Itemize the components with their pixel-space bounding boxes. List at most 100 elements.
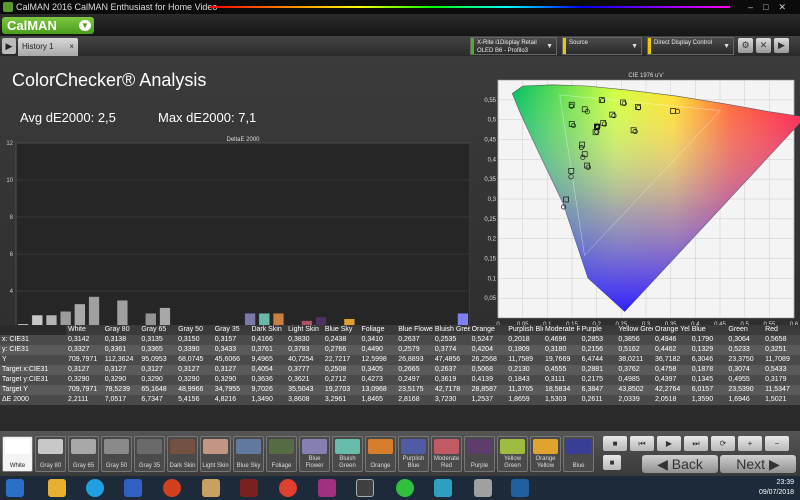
clock-time: 23:39: [776, 479, 794, 486]
swatch-button[interactable]: Dark Skin: [167, 436, 198, 472]
table-cell: 26,2568: [469, 355, 507, 365]
whatsapp-icon[interactable]: [396, 479, 414, 497]
settings-gear-icon[interactable]: ⚙: [738, 38, 753, 53]
system-clock[interactable]: 23:39 09/07/2018: [759, 478, 794, 498]
swatch-chip: [170, 439, 195, 454]
swatch-chip: [467, 439, 492, 454]
source-dropdown[interactable]: Source ▼: [562, 37, 642, 55]
y-tick-label: 0,2: [488, 237, 497, 243]
swatch-button[interactable]: Purplish Blue: [398, 436, 429, 472]
swatch-button[interactable]: Light Skin: [200, 436, 231, 472]
calman-logo-button[interactable]: CalMAN ▼: [2, 17, 94, 34]
remove-icon[interactable]: −: [765, 436, 789, 451]
y-tick-label: 10: [6, 178, 13, 184]
tab-scroll-left-icon[interactable]: ▶: [2, 38, 16, 54]
back-label: Back: [671, 456, 703, 472]
start-windows-icon[interactable]: [6, 479, 24, 497]
swatch-button[interactable]: Purple: [464, 436, 495, 472]
table-cell: 3,8608: [286, 395, 323, 405]
table-row: Y 709,7971 112,3624 95,0953 68,0745 45,6066 9,…: [0, 355, 800, 365]
file-explorer-icon[interactable]: [48, 479, 66, 497]
tab-history[interactable]: History 1 ×: [18, 38, 78, 56]
display-dropdown[interactable]: Direct Display Control ▼: [647, 37, 734, 55]
table-cell: 6,3046: [689, 355, 727, 365]
table-cell: 0,4490: [359, 345, 397, 355]
table-cell: 0,3150: [176, 335, 213, 345]
swatch-button[interactable]: Orange: [365, 436, 396, 472]
app-icon-12[interactable]: [474, 479, 492, 497]
skype-icon[interactable]: [86, 479, 104, 497]
calman-taskbar-icon[interactable]: [356, 479, 374, 497]
table-cell: 5,4156: [176, 395, 213, 405]
swatch-button[interactable]: Yellow Green: [497, 436, 528, 472]
close-tab-icon[interactable]: ×: [69, 38, 74, 56]
table-cell: 34,7955: [212, 385, 250, 395]
app-icon-6[interactable]: [240, 479, 258, 497]
swatch-button[interactable]: Bluish Green: [332, 436, 363, 472]
swatch-button[interactable]: Foliage: [266, 436, 297, 472]
table-cell: 0,1790: [689, 335, 727, 345]
swatch-button[interactable]: Blue: [563, 436, 594, 472]
y-tick-label: 0,45: [484, 138, 496, 144]
close-panel-icon[interactable]: ✕: [756, 38, 771, 53]
refresh-icon[interactable]: ⟳: [711, 436, 735, 451]
table-header-row: White Gray 80 Gray 65 Gray 50 Gray 35 Dark Sk…: [0, 325, 800, 335]
column-header: Blue Sky: [322, 325, 360, 335]
meter-status-bar: [471, 38, 474, 54]
table-cell: 11,7589: [506, 355, 543, 365]
last-icon[interactable]: ⏭: [684, 436, 708, 451]
app-icon-13[interactable]: [511, 479, 529, 497]
app-icon-5[interactable]: [202, 479, 220, 497]
table-cell: 0,3135: [139, 335, 177, 345]
table-cell: 2,8168: [396, 395, 433, 405]
table-cell: 0,1843: [506, 375, 543, 385]
table-cell: 19,2703: [322, 385, 360, 395]
table-cell: 1,6946: [726, 395, 764, 405]
swatch-button[interactable]: Blue Flower: [299, 436, 330, 472]
swatch-button[interactable]: Gray 35: [134, 436, 165, 472]
table-cell: 43,8502: [616, 385, 653, 395]
swatch-chip: [5, 439, 30, 454]
swatch-label: Gray 35: [138, 463, 161, 469]
app-icon-11[interactable]: [434, 479, 452, 497]
swatch-button[interactable]: Blue Sky: [233, 436, 264, 472]
table-cell: 0,4946: [653, 335, 690, 345]
swatch-button[interactable]: Orange Yellow: [530, 436, 561, 472]
swatch-button[interactable]: Gray 50: [101, 436, 132, 472]
table-cell: 0,2438: [322, 335, 360, 345]
meter-dropdown[interactable]: X-Rite i1Display Retail OLED B6 - Profil…: [470, 37, 557, 55]
swatch-button[interactable]: Moderate Red: [431, 436, 462, 472]
table-cell: 0,5068: [469, 365, 507, 375]
table-cell: 2,0339: [616, 395, 653, 405]
swatch-label: Moderate Red: [433, 456, 460, 469]
window-controls[interactable]: –□✕: [748, 0, 796, 14]
back-button[interactable]: ◀ Back: [642, 455, 718, 473]
table-cell: 0,3365: [139, 345, 177, 355]
spotify-like-icon[interactable]: [163, 479, 181, 497]
table-cell: 0,4054: [249, 365, 287, 375]
table-cell: 1,3590: [689, 395, 727, 405]
next-button[interactable]: Next ▶: [720, 455, 796, 473]
sidebar-toggle-icon[interactable]: ▶: [774, 38, 789, 53]
swatch-button[interactable]: Gray 80: [35, 436, 66, 472]
stop-small-icon[interactable]: ■: [603, 455, 621, 470]
swatch-button[interactable]: White: [2, 436, 33, 472]
table-cell: 0,3127: [139, 365, 177, 375]
table-cell: 0,2018: [506, 335, 543, 345]
add-icon[interactable]: +: [738, 436, 762, 451]
title-bar: CalMAN 2016 CalMAN Enthusiast for Home V…: [0, 0, 800, 14]
teamviewer-icon[interactable]: [124, 479, 142, 497]
stop-icon[interactable]: ■: [603, 436, 627, 451]
swatch-label: Blue Flower: [305, 456, 324, 469]
table-cell: 0,4555: [542, 365, 580, 375]
chrome-icon[interactable]: [279, 479, 297, 497]
play-icon[interactable]: ▶: [657, 436, 681, 451]
table-cell: 0,5247: [469, 335, 507, 345]
table-cell: 65,1648: [139, 385, 177, 395]
swatch-label: Yellow Green: [503, 456, 522, 469]
swatch-button[interactable]: Gray 65: [68, 436, 99, 472]
swatch-label: Orange Yellow: [535, 456, 556, 469]
y-tick-label: 0,4: [488, 157, 497, 163]
first-icon[interactable]: ⏮: [630, 436, 654, 451]
app-icon-8[interactable]: [318, 479, 336, 497]
